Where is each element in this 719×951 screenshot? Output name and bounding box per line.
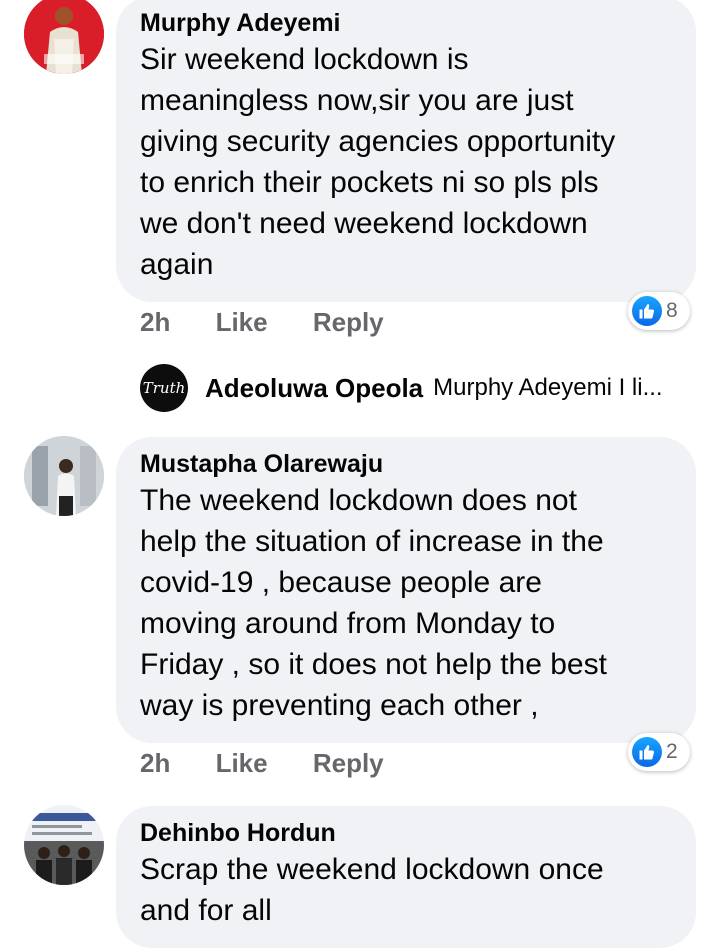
comment-time[interactable]: 2h [140, 748, 170, 779]
comment-actions: 2h Like Reply [140, 307, 384, 338]
reaction-summary[interactable]: 2 [628, 733, 690, 771]
avatar-dehinbo-hordun[interactable] [24, 805, 104, 885]
reaction-count: 2 [666, 740, 678, 763]
avatar-logo-text: Truth [142, 379, 186, 397]
comment-author[interactable]: Dehinbo Hordun [140, 818, 672, 848]
avatar-mustapha-olarewaju[interactable] [24, 436, 104, 516]
reply-preview[interactable]: Truth Adeoluwa Opeola Murphy Adeyemi I l… [140, 364, 663, 412]
comment-text: Scrap the weekend lockdown once and for … [140, 853, 604, 927]
reply-text-preview[interactable]: Murphy Adeyemi I li... [433, 374, 662, 402]
like-button[interactable]: Like [216, 748, 268, 779]
reaction-count: 8 [666, 299, 678, 322]
avatar-murphy-adeyemi[interactable] [24, 0, 104, 74]
reply-button[interactable]: Reply [313, 307, 384, 338]
like-button[interactable]: Like [216, 307, 268, 338]
comment-author[interactable]: Mustapha Olarewaju [140, 449, 672, 479]
reply-button[interactable]: Reply [313, 748, 384, 779]
comment-actions: 2h Like Reply [140, 748, 384, 779]
comment-author[interactable]: Murphy Adeyemi [140, 8, 672, 38]
like-icon [632, 737, 662, 767]
comment-time[interactable]: 2h [140, 307, 170, 338]
avatar-adeoluwa-opeola[interactable]: Truth [140, 364, 188, 412]
comment-bubble-3: Dehinbo Hordun Scrap the weekend lockdow… [116, 806, 696, 948]
comment-text: The weekend lockdown does not help the s… [140, 484, 607, 722]
comment-bubble-2: Mustapha Olarewaju The weekend lockdown … [116, 437, 696, 743]
comment-bubble-1: Murphy Adeyemi Sir weekend lockdown is m… [116, 0, 696, 302]
reaction-summary[interactable]: 8 [628, 292, 690, 330]
like-icon [632, 296, 662, 326]
reply-author[interactable]: Adeoluwa Opeola [205, 373, 423, 404]
comment-text: Sir weekend lockdown is meaningless now,… [140, 43, 616, 281]
